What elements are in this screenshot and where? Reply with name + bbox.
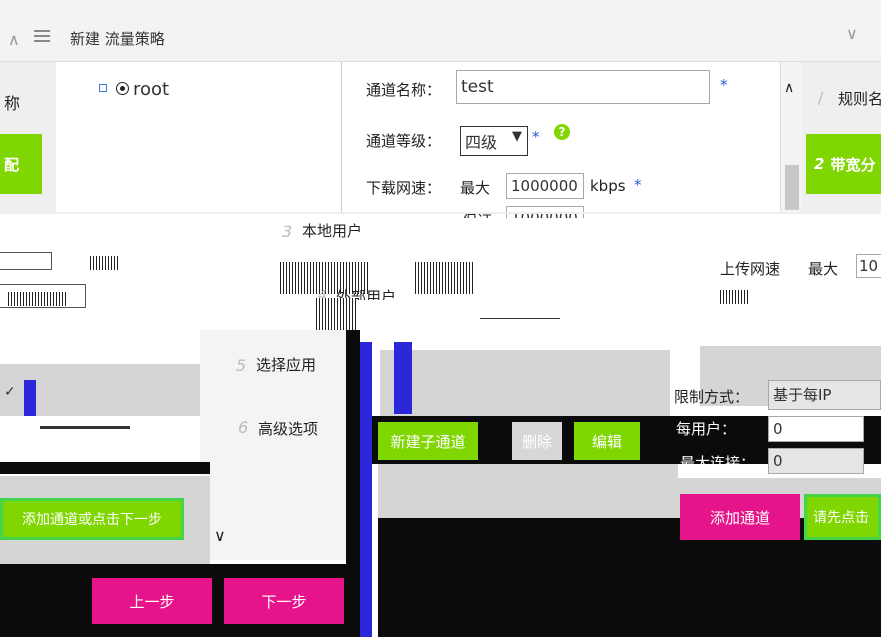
- edit-button[interactable]: 编辑: [574, 422, 640, 460]
- prev-label: 上一步: [129, 592, 175, 611]
- download-unit: kbps: [590, 177, 626, 195]
- right-bandwidth-tab[interactable]: 2 带宽分: [806, 134, 881, 194]
- step-num-6: 6: [238, 418, 249, 437]
- scroll-thumb[interactable]: [785, 165, 799, 210]
- glitch-strip: [415, 262, 475, 294]
- download-max-label: 最大: [460, 179, 491, 197]
- center-gray-area: [378, 464, 678, 518]
- close-icon[interactable]: ∨: [846, 24, 858, 43]
- scroll-up-icon[interactable]: ∧: [784, 80, 794, 96]
- glitch-black-line: [0, 462, 210, 474]
- dialog-title: 新建 流量策略: [70, 30, 165, 48]
- right-rule-name: 规则名: [838, 90, 881, 108]
- left-match-tab[interactable]: 配: [0, 134, 42, 194]
- tree-root-label[interactable]: root: [133, 79, 169, 100]
- download-speed-label: 下载网速：: [366, 179, 442, 197]
- prev-button[interactable]: 上一步: [92, 578, 212, 624]
- glitch-divider: [0, 212, 881, 214]
- glitch-blue: [394, 342, 412, 414]
- max-conn-value: 0: [773, 452, 783, 470]
- upload-max-label: 最大: [808, 260, 839, 278]
- slash-icon: /: [818, 88, 824, 107]
- glitch-blue: [360, 342, 372, 637]
- upload-max-value: 10: [859, 257, 879, 275]
- tree-radio-icon[interactable]: [116, 82, 129, 95]
- upload-max-input[interactable]: 10: [856, 254, 881, 278]
- chevron-down-icon: ▼: [512, 129, 522, 144]
- step-label-3[interactable]: 本地用户: [302, 220, 362, 241]
- collapse-icon[interactable]: ∧: [8, 30, 20, 49]
- limit-mode-value: 基于每IP: [773, 386, 832, 404]
- step-label-5[interactable]: 选择应用: [256, 354, 316, 375]
- channel-level-label: 通道等级：: [366, 132, 442, 150]
- step-num-5: 5: [236, 356, 247, 375]
- right-step-num: 2: [814, 155, 825, 173]
- upload-speed-label: 上传网速: [720, 260, 781, 278]
- glitch-strip: [720, 290, 750, 304]
- per-user-input[interactable]: 0: [768, 416, 864, 442]
- required-mark: *: [634, 176, 642, 194]
- upload-max-left-input[interactable]: [0, 252, 52, 270]
- help-glyph: ?: [558, 125, 566, 139]
- tree-expand-icon[interactable]: [99, 84, 107, 92]
- delete-label: 删除: [521, 432, 552, 451]
- add-channel-button[interactable]: 添加通道: [680, 494, 800, 540]
- max-conn-label: 最大连接：: [680, 454, 756, 472]
- delete-button[interactable]: 删除: [512, 422, 562, 460]
- channel-name-input[interactable]: test: [456, 70, 710, 104]
- menu-icon-bar: [34, 35, 50, 37]
- next-button[interactable]: 下一步: [224, 578, 344, 624]
- radio-dot-icon: [119, 85, 125, 91]
- edit-label: 编辑: [591, 432, 622, 451]
- channel-name-value: test: [461, 77, 494, 97]
- glitch-strip: [8, 292, 68, 306]
- download-max-input[interactable]: 1000000: [506, 173, 584, 199]
- max-conn-input[interactable]: 0: [768, 448, 864, 474]
- download-max-value: 1000000: [511, 177, 578, 195]
- next-label: 下一步: [261, 592, 307, 611]
- left-match-label: 配: [4, 155, 20, 174]
- limit-mode-select[interactable]: 基于每IP: [768, 380, 881, 410]
- middle-gray-block: [380, 350, 670, 418]
- add-channel-label: 添加通道: [709, 508, 770, 527]
- limit-mode-label: 限制方式：: [674, 388, 750, 406]
- glitch-blue: [24, 380, 36, 416]
- per-user-value: 0: [773, 420, 783, 438]
- channel-level-value: 四级: [465, 133, 498, 152]
- hint-right-text: 请先点击: [813, 510, 869, 526]
- left-chevron-icon[interactable]: ✓: [4, 384, 16, 400]
- glitch-line: [40, 426, 130, 429]
- left-name-col: 称: [4, 94, 21, 113]
- hint-left-text: 添加通道或点击下一步: [22, 512, 162, 528]
- new-child-label: 新建子通道: [390, 432, 466, 451]
- new-child-channel-button[interactable]: 新建子通道: [378, 422, 478, 460]
- scroll-down-icon[interactable]: ∨: [214, 526, 226, 545]
- required-mark: *: [532, 128, 540, 146]
- glitch-line: [480, 318, 560, 319]
- per-user-label: 每用户：: [676, 420, 737, 438]
- hint-right-box: 请先点击: [804, 494, 881, 540]
- step-num-3: 3: [282, 222, 293, 241]
- channel-name-label: 通道名称：: [366, 81, 442, 99]
- hint-left-box: 添加通道或点击下一步: [0, 498, 184, 540]
- step-label-6[interactable]: 高级选项: [258, 418, 318, 439]
- channel-level-select[interactable]: 四级 ▼: [460, 126, 528, 156]
- glitch-strip: [90, 256, 120, 270]
- required-mark: *: [720, 76, 728, 94]
- right-bandwidth-label: 带宽分: [830, 155, 876, 174]
- help-icon[interactable]: ?: [554, 124, 570, 140]
